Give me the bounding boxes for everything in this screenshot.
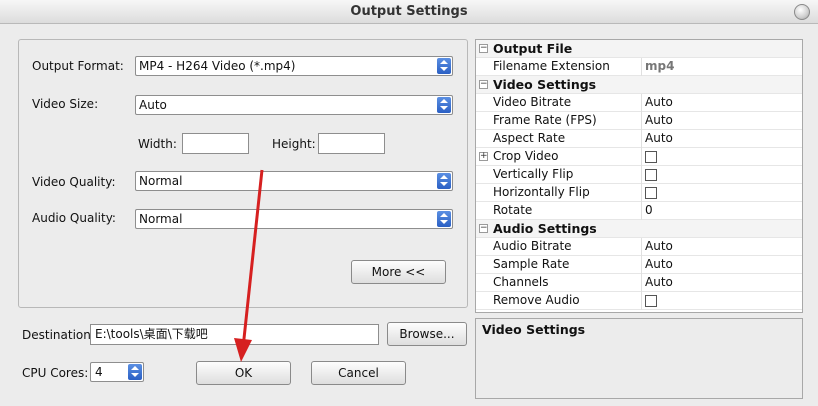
audio-quality-label: Audio Quality: [32, 211, 116, 225]
property-name: Horizontally Flip [493, 185, 590, 199]
category-video-settings[interactable]: − Video Settings [476, 76, 802, 94]
property-row-aspect-rate[interactable]: Aspect Rate Auto [476, 130, 802, 148]
property-value[interactable]: Auto [645, 238, 673, 255]
title-bar: Output Settings [0, 0, 818, 24]
destination-label: Destination: [22, 328, 95, 342]
more-button[interactable]: More << [351, 260, 446, 284]
audio-quality-value: Normal [139, 212, 183, 226]
property-row-channels[interactable]: Channels Auto [476, 274, 802, 292]
output-format-value: MP4 - H264 Video (*.mp4) [139, 59, 296, 73]
category-title: Output File [493, 41, 573, 56]
vertically-flip-checkbox[interactable] [645, 169, 657, 181]
property-value[interactable]: Auto [645, 274, 673, 291]
output-format-select[interactable]: MP4 - H264 Video (*.mp4) [135, 56, 453, 76]
property-row-video-bitrate[interactable]: Video Bitrate Auto [476, 94, 802, 112]
output-format-label: Output Format: [32, 59, 124, 73]
ok-button[interactable]: OK [196, 361, 291, 385]
property-name: Aspect Rate [493, 131, 566, 145]
width-input[interactable] [182, 133, 249, 154]
property-value[interactable]: Auto [645, 130, 673, 147]
cancel-button[interactable]: Cancel [311, 361, 406, 385]
property-name: Audio Bitrate [493, 239, 572, 253]
description-panel: Video Settings [475, 318, 803, 399]
audio-quality-select[interactable]: Normal [135, 209, 453, 229]
category-title: Audio Settings [493, 221, 597, 236]
property-grid: − Output File Filename Extension mp4 − V… [475, 39, 803, 313]
collapse-icon[interactable]: − [479, 224, 488, 233]
video-size-select[interactable]: Auto [135, 95, 453, 115]
property-name: Vertically Flip [493, 167, 574, 181]
dropdown-arrow-icon[interactable] [437, 97, 451, 113]
property-row-frame-rate[interactable]: Frame Rate (FPS) Auto [476, 112, 802, 130]
category-output-file[interactable]: − Output File [476, 40, 802, 58]
property-value[interactable]: Auto [645, 256, 673, 273]
video-size-value: Auto [139, 98, 167, 112]
dropdown-arrow-icon[interactable] [128, 364, 142, 380]
video-quality-select[interactable]: Normal [135, 171, 453, 191]
destination-input[interactable]: E:\tools\桌面\下载吧 [90, 324, 379, 345]
video-size-label: Video Size: [32, 97, 99, 111]
property-row-crop-video[interactable]: + Crop Video [476, 148, 802, 166]
dropdown-arrow-icon[interactable] [437, 173, 451, 189]
property-row-filename-extension[interactable]: Filename Extension mp4 [476, 58, 802, 76]
property-row-vertically-flip[interactable]: Vertically Flip [476, 166, 802, 184]
height-label: Height: [272, 137, 316, 151]
property-row-remove-audio[interactable]: Remove Audio [476, 292, 802, 310]
video-quality-value: Normal [139, 174, 183, 188]
expand-icon[interactable]: + [479, 152, 488, 161]
window-title: Output Settings [350, 4, 468, 19]
close-window-button[interactable] [794, 4, 810, 20]
property-value[interactable]: Auto [645, 94, 673, 111]
browse-button[interactable]: Browse... [387, 322, 467, 346]
cpu-cores-value: 4 [95, 365, 103, 379]
width-label: Width: [138, 137, 177, 151]
remove-audio-checkbox[interactable] [645, 295, 657, 307]
property-name: Rotate [493, 203, 533, 217]
cpu-cores-label: CPU Cores: [22, 366, 89, 380]
property-name: Video Bitrate [493, 95, 572, 109]
category-audio-settings[interactable]: − Audio Settings [476, 220, 802, 238]
property-row-sample-rate[interactable]: Sample Rate Auto [476, 256, 802, 274]
property-name: Channels [493, 275, 549, 289]
collapse-icon[interactable]: − [479, 80, 488, 89]
property-name: Sample Rate [493, 257, 570, 271]
video-quality-label: Video Quality: [32, 175, 116, 189]
crop-video-checkbox[interactable] [645, 151, 657, 163]
property-value[interactable]: 0 [645, 202, 653, 219]
collapse-icon[interactable]: − [479, 44, 488, 53]
property-value: mp4 [645, 59, 675, 73]
property-name: Filename Extension [493, 59, 610, 73]
property-row-rotate[interactable]: Rotate 0 [476, 202, 802, 220]
height-input[interactable] [318, 133, 385, 154]
property-name: Frame Rate (FPS) [493, 113, 597, 127]
cpu-cores-select[interactable]: 4 [90, 362, 144, 382]
description-title: Video Settings [482, 322, 586, 337]
property-name: Remove Audio [493, 293, 580, 307]
horizontally-flip-checkbox[interactable] [645, 187, 657, 199]
category-title: Video Settings [493, 77, 597, 92]
property-name: Crop Video [493, 149, 559, 163]
property-row-audio-bitrate[interactable]: Audio Bitrate Auto [476, 238, 802, 256]
dropdown-arrow-icon[interactable] [437, 211, 451, 227]
dropdown-arrow-icon[interactable] [437, 58, 451, 74]
property-row-horizontally-flip[interactable]: Horizontally Flip [476, 184, 802, 202]
property-value[interactable]: Auto [645, 112, 673, 129]
